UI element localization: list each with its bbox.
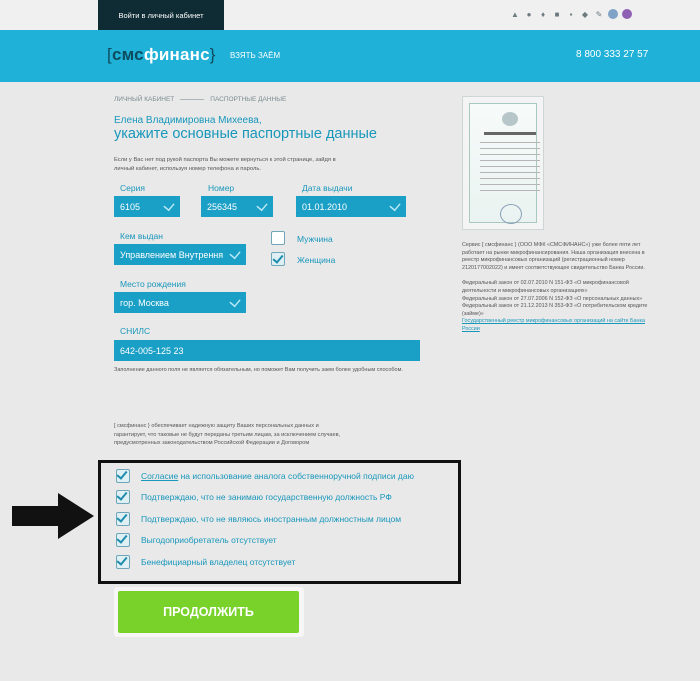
check-icon	[229, 247, 241, 260]
b-icon[interactable]: ■	[552, 9, 562, 19]
male-label: Мужчина	[297, 234, 333, 244]
logo[interactable]: [смсфинанс}	[107, 45, 216, 65]
consent-item-foreign-official[interactable]: Подтверждаю, что не являюсь иностранным …	[116, 512, 401, 526]
facebook-icon[interactable]: ▪	[566, 9, 576, 19]
certificate-image[interactable]	[462, 96, 544, 230]
consent-link[interactable]: Согласие	[141, 471, 178, 481]
registry-link[interactable]: Государственный реестр микрофинансовых о…	[462, 318, 662, 333]
user-name: Елена Владимировна Михеева,	[114, 115, 262, 126]
consent-item-signature[interactable]: Согласие на использование аналога собств…	[116, 469, 414, 483]
page-title: укажите основные паспортные данные	[114, 126, 377, 142]
form-hint: Если у Вас нет под рукой паспорта Вы мож…	[114, 157, 336, 172]
check-icon	[389, 199, 401, 212]
social-icons: ▲ ● ♦ ■ ▪ ◆ ✎	[510, 9, 632, 19]
android-icon[interactable]: ▲	[510, 9, 520, 19]
consent-item-beneficiary[interactable]: Выгодоприобретатель отсутствует	[116, 533, 277, 547]
birthplace-input[interactable]: гор. Москва	[114, 292, 246, 313]
consent-beneficiary-text: Выгодоприобретатель отсутствует	[141, 535, 277, 545]
snils-input[interactable]: 642-005-125 23	[114, 340, 420, 361]
issue-date-input[interactable]: 01.01.2010	[296, 196, 406, 217]
signature-checkbox[interactable]	[116, 469, 130, 483]
consent-signature-text: на использование аналога собственноручно…	[178, 471, 414, 481]
male-checkbox[interactable]	[271, 231, 285, 245]
consent-item-beneficial-owner[interactable]: Бенефициарный владелец отсутствует	[116, 555, 295, 569]
consent-state-position-text: Подтверждаю, что не занимаю государствен…	[141, 492, 392, 502]
consent-beneficial-owner-text: Бенефициарный владелец отсутствует	[141, 557, 296, 567]
header: [смсфинанс} ВЗЯТЬ ЗАЁМ 8 800 333 27 57	[0, 30, 700, 82]
vk-icon[interactable]: ♦	[538, 9, 548, 19]
series-input[interactable]: 6105	[114, 196, 180, 217]
breadcrumb: ЛИЧНЫЙ КАБИНЕТ ПАСПОРТНЫЕ ДАННЫЕ	[114, 96, 286, 103]
beneficiary-checkbox[interactable]	[116, 533, 130, 547]
top-bar: Войти в личный кабинет ▲ ● ♦ ■ ▪ ◆ ✎	[0, 0, 700, 30]
check-icon	[163, 199, 175, 212]
breadcrumb-account[interactable]: ЛИЧНЫЙ КАБИНЕТ	[114, 96, 174, 103]
birthplace-label: Место рождения	[120, 279, 186, 289]
company-description: Сервис [ смсфинанс } (ООО МФК «СМСФИНАНС…	[462, 242, 645, 271]
login-button[interactable]: Войти в личный кабинет	[98, 0, 224, 30]
privacy-text: [ смсфинанс } обеспечивает надежную защи…	[114, 423, 341, 447]
seal-icon	[500, 204, 522, 224]
issued-by-input[interactable]: Управлением Внутрення	[114, 244, 246, 265]
twitter-icon[interactable]: ◆	[580, 9, 590, 19]
check-icon	[256, 199, 268, 212]
issued-by-label: Кем выдан	[120, 231, 163, 241]
breadcrumb-passport: ПАСПОРТНЫЕ ДАННЫЕ	[210, 96, 287, 103]
state-position-checkbox[interactable]	[116, 490, 130, 504]
female-checkbox[interactable]	[271, 252, 285, 266]
number-input[interactable]: 256345	[201, 196, 273, 217]
consent-foreign-official-text: Подтверждаю, что не являюсь иностранным …	[141, 514, 402, 524]
phone-number: 8 800 333 27 57	[576, 49, 649, 60]
check-icon	[229, 295, 241, 308]
series-label: Серия	[120, 183, 145, 193]
music-icon[interactable]	[622, 9, 632, 19]
consent-item-state-position[interactable]: Подтверждаю, что не занимаю государствен…	[116, 490, 392, 504]
nav-take-loan[interactable]: ВЗЯТЬ ЗАЁМ	[230, 51, 280, 60]
snils-note: Заполнение данного поля не является обяз…	[114, 367, 403, 373]
tool-icon[interactable]: ✎	[594, 9, 604, 19]
number-label: Номер	[208, 183, 235, 193]
beneficial-owner-checkbox[interactable]	[116, 555, 130, 569]
law-3: Федеральный закон от 21.12.2013 N 353-ФЗ…	[462, 303, 648, 317]
issue-date-label: Дата выдачи	[302, 183, 353, 193]
law-1: Федеральный закон от 02.07.2010 N 151-ФЗ…	[462, 280, 629, 294]
continue-button[interactable]: ПРОДОЛЖИТЬ	[118, 591, 299, 633]
arrow-icon	[12, 493, 94, 539]
foreign-official-checkbox[interactable]	[116, 512, 130, 526]
browser-icon[interactable]	[608, 9, 618, 19]
company-info: Сервис [ смсфинанс } (ООО МФК «СМСФИНАНС…	[462, 242, 662, 334]
emblem-icon	[502, 112, 518, 126]
snils-label: СНИЛС	[120, 326, 151, 336]
breadcrumb-separator	[180, 99, 205, 100]
apple-icon[interactable]: ●	[524, 9, 534, 19]
female-label: Женщина	[297, 255, 336, 265]
